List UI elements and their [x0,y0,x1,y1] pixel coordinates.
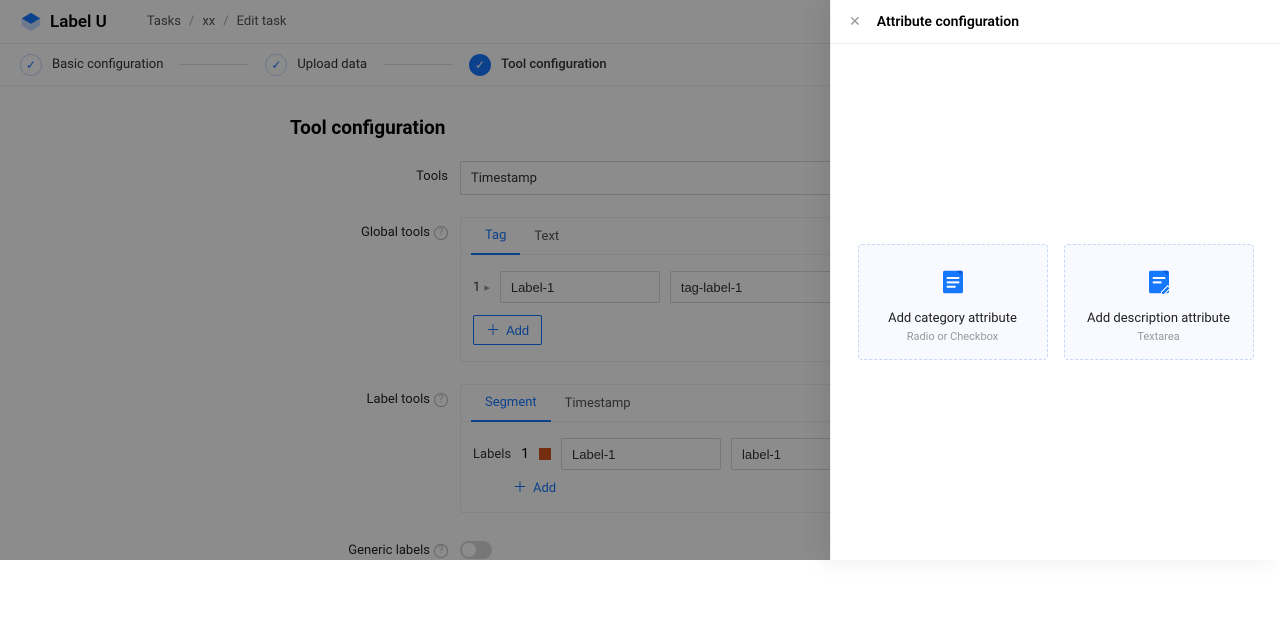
card-subtitle: Radio or Checkbox [869,330,1037,343]
drawer-title: Attribute configuration [877,14,1019,30]
form-edit-icon [1144,267,1174,297]
form-list-icon [938,267,968,297]
card-subtitle: Textarea [1075,330,1243,343]
add-description-attribute-card[interactable]: Add description attribute Textarea [1064,244,1254,360]
attribute-config-drawer: ✕ Attribute configuration Add category a… [830,0,1280,560]
close-icon[interactable]: ✕ [849,15,861,29]
card-title: Add category attribute [869,311,1037,326]
card-title: Add description attribute [1075,311,1243,326]
add-category-attribute-card[interactable]: Add category attribute Radio or Checkbox [858,244,1048,360]
